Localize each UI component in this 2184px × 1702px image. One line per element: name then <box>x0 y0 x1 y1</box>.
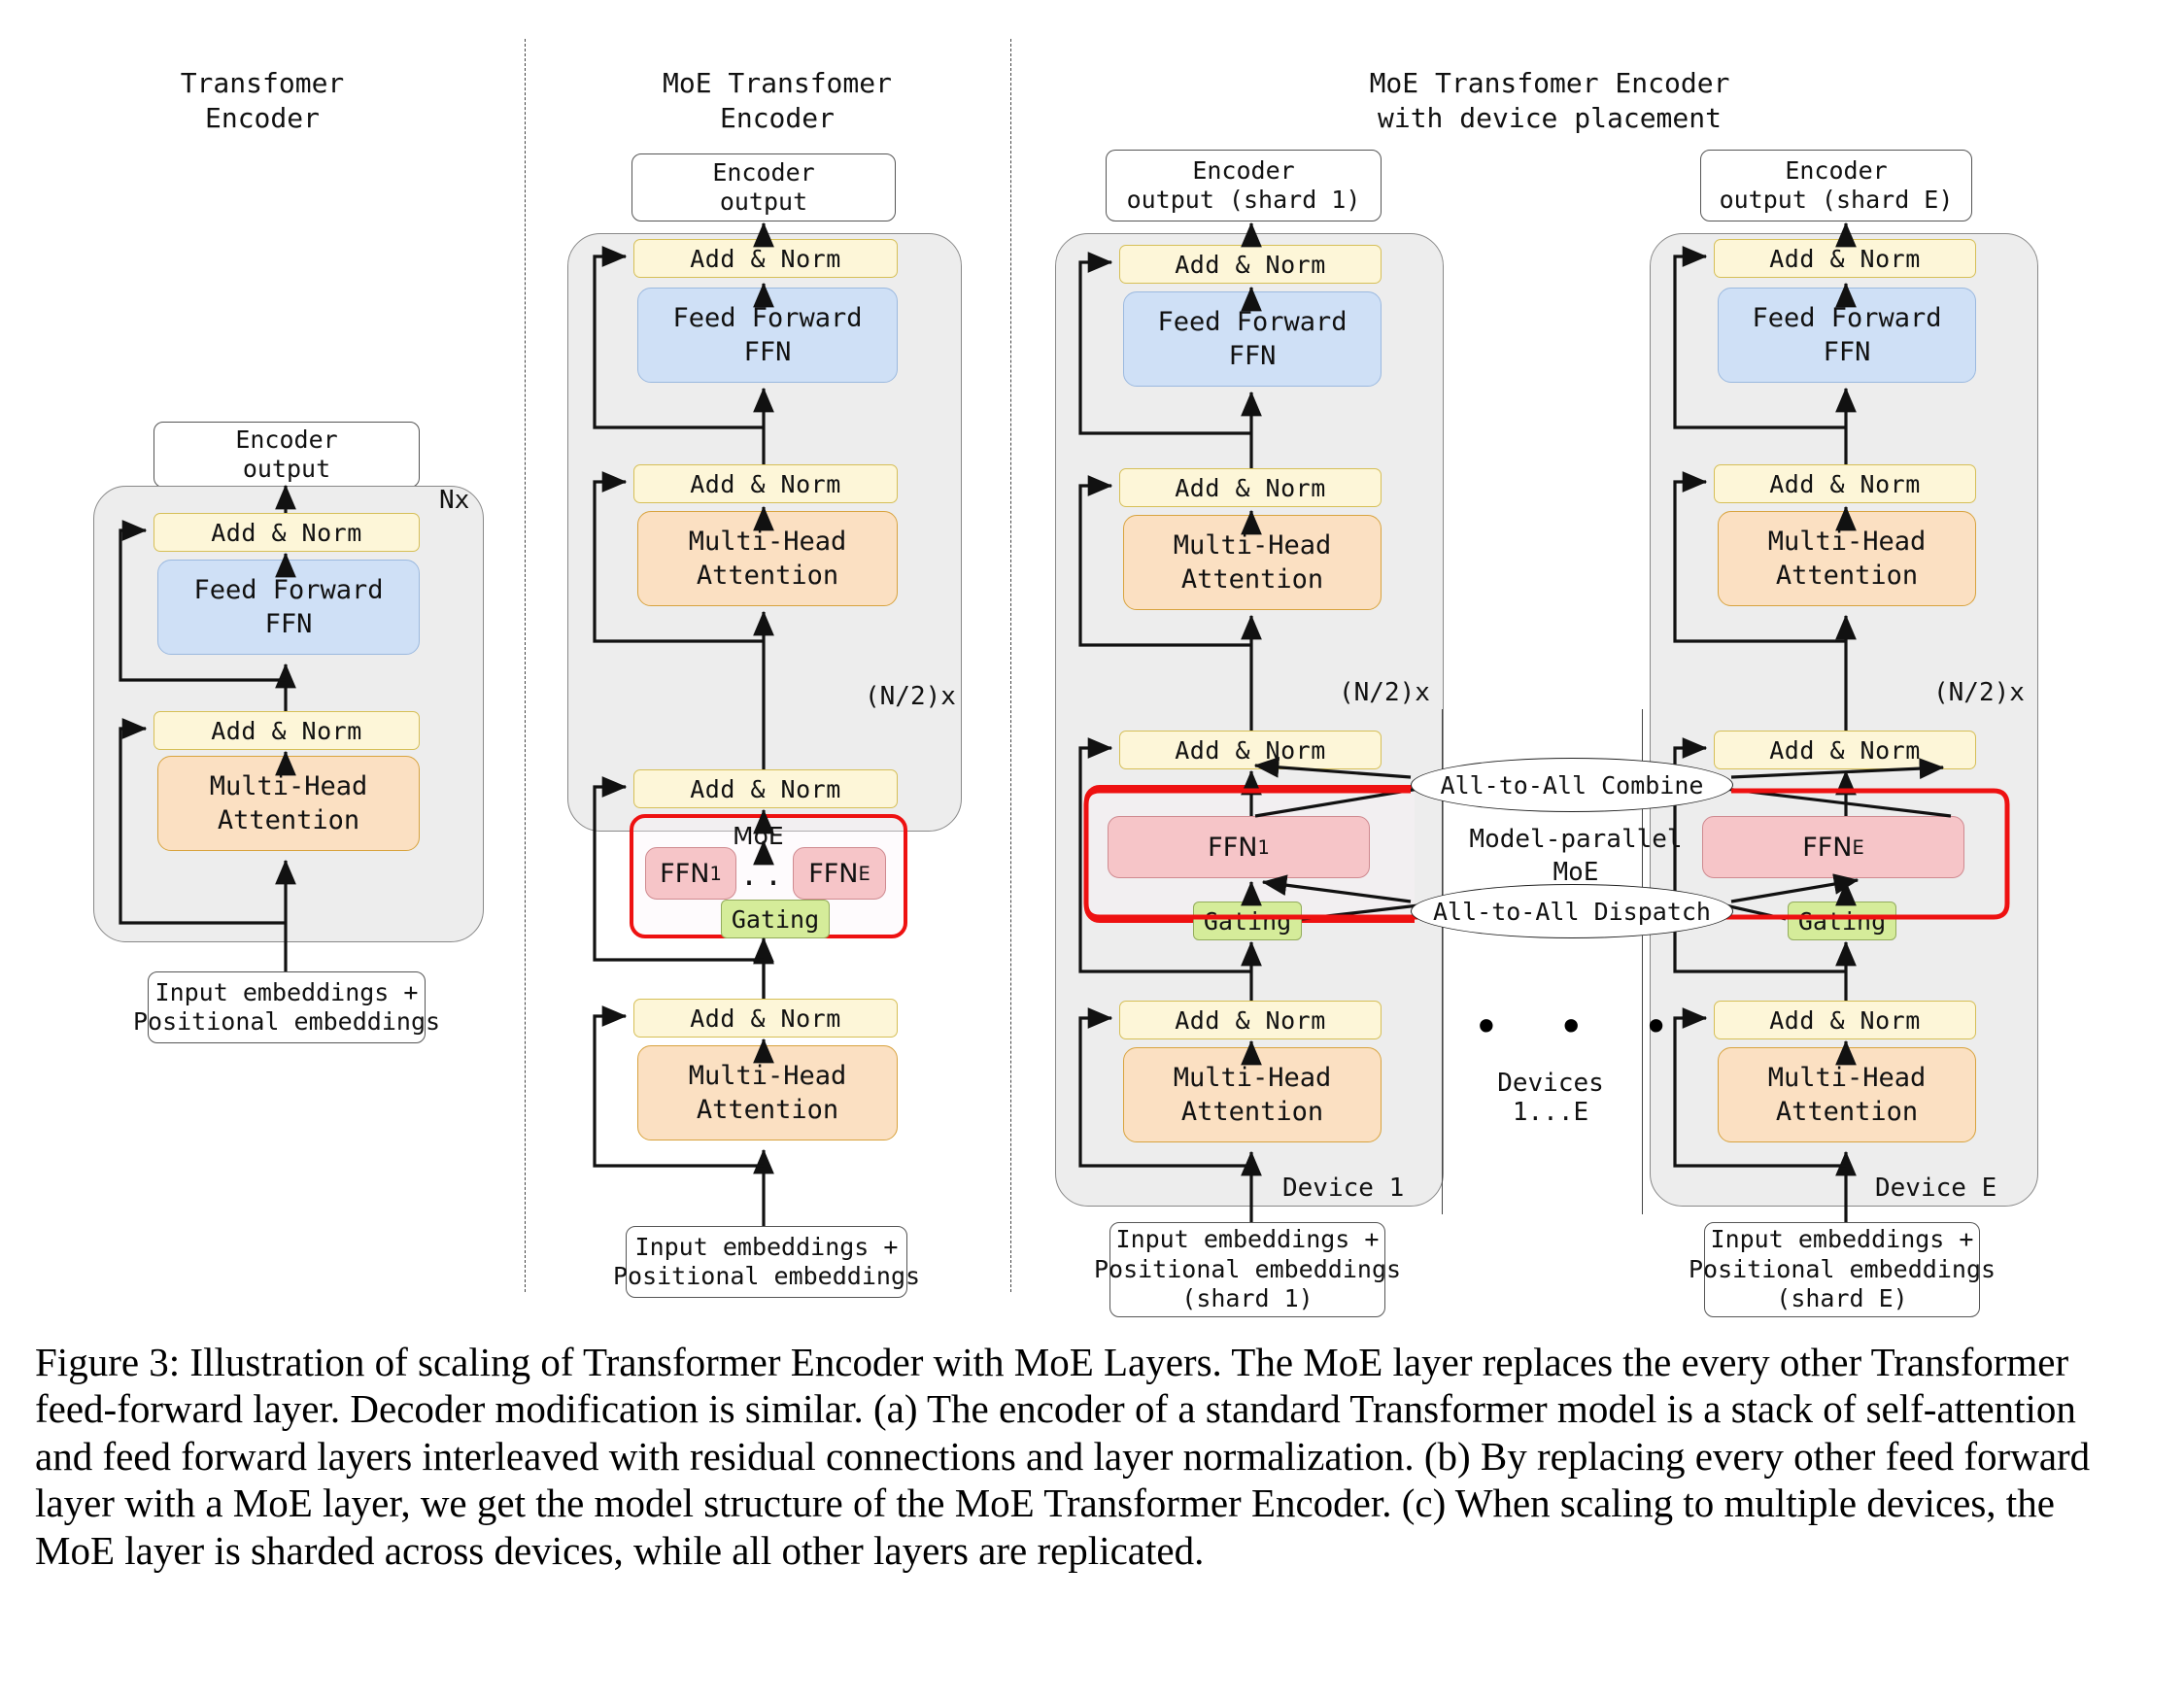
a-input-embeddings: Input embeddings + Positional embeddings <box>133 971 440 1043</box>
b-expert-ffn-E-label: FFN <box>808 858 859 889</box>
b-encoder-output: Encoder output <box>631 153 896 221</box>
b-gating: Gating <box>721 900 830 938</box>
cE-input-embeddings-shardE: Input embeddings + Positional embeddings… <box>1689 1222 1996 1317</box>
title-moe-encoder-device-placement: MoE Transfomer Encoder with device place… <box>1369 67 1730 134</box>
cE-device-label: Device E <box>1875 1174 1997 1203</box>
b-expert-ffn-1-label: FFN <box>660 858 710 889</box>
a-repeat-count: Nx <box>439 486 470 515</box>
a-multi-head-attention: Multi-Head Attention <box>157 756 420 851</box>
cE-expert-ffn-E-label: FFN <box>1802 832 1853 863</box>
b-input-embeddings: Input embeddings + Positional embeddings <box>613 1226 920 1298</box>
figure-caption: Figure 3: Illustration of scaling of Tra… <box>35 1340 2091 1573</box>
cE-feed-forward: Feed Forward FFN <box>1718 288 1976 383</box>
c1-expert-ffn-1-subscript: 1 <box>1257 835 1270 859</box>
title-moe-transformer-encoder: MoE Transfomer Encoder <box>662 67 892 134</box>
figure-diagram: Transfomer Encoder MoE Transfomer Encode… <box>0 0 2184 1317</box>
cE-add-norm-mid: Add & Norm <box>1714 464 1976 503</box>
b-add-norm-bottom: Add & Norm <box>633 999 898 1038</box>
c1-add-norm-moe: Add & Norm <box>1119 731 1382 769</box>
column-divider-a-b <box>525 39 526 1292</box>
c1-multi-head-attention-upper: Multi-Head Attention <box>1123 515 1382 610</box>
c1-input-embeddings-shard1: Input embeddings + Positional embeddings… <box>1094 1222 1401 1317</box>
c1-multi-head-attention-lower: Multi-Head Attention <box>1123 1047 1382 1142</box>
a-encoder-output: Encoder output <box>154 422 420 488</box>
c1-feed-forward: Feed Forward FFN <box>1123 291 1382 387</box>
b-multi-head-attention-upper: Multi-Head Attention <box>637 511 898 606</box>
b-feed-forward: Feed Forward FFN <box>637 288 898 383</box>
c1-encoder-output-shard1: Encoder output (shard 1) <box>1106 150 1382 221</box>
b-moe-label: MoE <box>733 822 784 850</box>
cE-multi-head-attention-lower: Multi-Head Attention <box>1718 1047 1976 1142</box>
cE-expert-ffn-E-subscript: E <box>1852 835 1864 859</box>
model-parallel-moe-label: Model-parallel MoE <box>1469 825 1683 887</box>
a-add-norm-top: Add & Norm <box>154 513 420 552</box>
a-add-norm-bottom: Add & Norm <box>154 711 420 750</box>
a-feed-forward: Feed Forward FFN <box>157 560 420 655</box>
cE-gating: Gating <box>1788 902 1896 940</box>
b-add-norm-moe: Add & Norm <box>633 769 898 808</box>
b-expert-ffn-E: FFN E <box>793 847 886 900</box>
c1-add-norm-bottom: Add & Norm <box>1119 1001 1382 1039</box>
b-expert-ffn-1-subscript: 1 <box>709 862 722 885</box>
column-divider-b-c <box>1010 39 1011 1292</box>
b-add-norm-mid: Add & Norm <box>633 464 898 503</box>
b-multi-head-attention-lower: Multi-Head Attention <box>637 1045 898 1140</box>
b-expert-ffn-1: FFN 1 <box>645 847 736 900</box>
cE-add-norm-top: Add & Norm <box>1714 239 1976 278</box>
c1-device-label: Device 1 <box>1282 1174 1405 1203</box>
b-repeat-count: (N/2)x <box>865 682 956 711</box>
c1-repeat-count: (N/2)x <box>1339 678 1430 707</box>
devices-ellipsis-dots: • • • <box>1473 1001 1686 1053</box>
c1-add-norm-top: Add & Norm <box>1119 245 1382 284</box>
c1-add-norm-mid: Add & Norm <box>1119 468 1382 507</box>
devices-range-label: Devices 1...E <box>1497 1069 1604 1127</box>
cE-encoder-output-shardE: Encoder output (shard E) <box>1700 150 1972 221</box>
b-expert-ffn-E-subscript: E <box>858 862 870 885</box>
cE-repeat-count: (N/2)x <box>1933 678 2025 707</box>
c1-expert-ffn-1-label: FFN <box>1208 832 1258 863</box>
cE-expert-ffn-E: FFN E <box>1702 816 1964 878</box>
title-transformer-encoder: Transfomer Encoder <box>180 67 345 134</box>
b-add-norm-top: Add & Norm <box>633 239 898 278</box>
cE-multi-head-attention-upper: Multi-Head Attention <box>1718 511 1976 606</box>
c1-expert-ffn-1: FFN 1 <box>1108 816 1370 878</box>
all-to-all-combine-ellipse: All-to-All Combine <box>1411 758 1733 812</box>
all-to-all-dispatch-ellipse: All-to-All Dispatch <box>1411 884 1733 938</box>
cE-add-norm-bottom: Add & Norm <box>1714 1001 1976 1039</box>
cE-add-norm-moe: Add & Norm <box>1714 731 1976 769</box>
c1-gating: Gating <box>1193 902 1302 940</box>
